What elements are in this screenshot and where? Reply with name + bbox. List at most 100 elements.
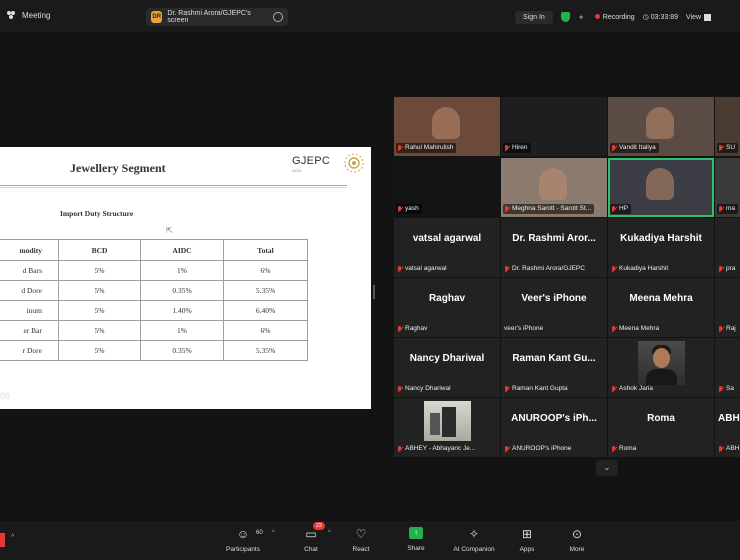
divider (0, 187, 347, 188)
cell: 0.35% (140, 280, 224, 301)
participant-name-text: Raj (726, 325, 736, 332)
participant-video-feed (539, 168, 567, 200)
participant-name-text: Sa (726, 385, 734, 392)
audio-control[interactable]: ^ (0, 529, 22, 555)
apps-button[interactable]: ⊞ Apps (505, 527, 549, 557)
cell: 5.35% (223, 340, 308, 361)
view-button[interactable]: View (686, 13, 712, 21)
participant-video-tile[interactable]: Rahul Mahirulish (394, 97, 500, 156)
apps-icon: ⊞ (521, 527, 533, 541)
table-row: er Bar 5% 1% 6% (0, 320, 308, 341)
header-commodity: modity (0, 239, 59, 261)
participant-display-name: Meena Mehra (629, 293, 693, 304)
participant-video-tile[interactable]: Vandit Italiya (608, 97, 714, 156)
more-button[interactable]: ⊙ More (555, 527, 599, 557)
resize-handle[interactable] (373, 285, 375, 299)
participant-video-tile[interactable]: Hiren (501, 97, 607, 156)
participant-tile[interactable]: Ashok Jaria (608, 338, 714, 397)
participant-name-caption: Raman Kant Gupta (503, 384, 571, 394)
participant-name-text: Raman Kant Gupta (512, 385, 568, 392)
captions-icon[interactable]: ✦ (578, 13, 587, 22)
participant-name-caption: ANUROOP's iPhone (503, 444, 574, 454)
participant-tile[interactable]: Raghav Raghav (394, 278, 500, 337)
participant-tile[interactable]: ABHEY - Abhayanc Je... (394, 398, 500, 457)
participants-button[interactable]: ☺ 60 Participants (221, 527, 265, 557)
participant-tile[interactable]: Roma Roma (608, 398, 714, 457)
mic-muted-icon (504, 385, 510, 393)
participant-avatar (638, 341, 685, 385)
import-duty-table: modity BCD AIDC Total d Bars 5% 1% 6% d … (0, 239, 308, 361)
participant-name-text: veer's iPhone (504, 325, 544, 332)
ai-companion-label: AI Companion (453, 546, 495, 553)
participant-video-tile[interactable]: HP (608, 158, 714, 217)
cell: 1.40% (140, 300, 224, 321)
meeting-timer: ◷ 03:33:89 (642, 14, 679, 21)
mouse-cursor-icon: ⇱ (166, 226, 173, 235)
gallery-scroll-down-button[interactable]: ⌄ (596, 460, 618, 476)
screen-share-indicator[interactable]: DR Dr. Rashmi Arora/GJEPC's screen (146, 8, 288, 26)
share-screen-button[interactable]: ↑ Share (394, 527, 438, 557)
participant-name-text: Rahul Mahirulish (405, 144, 454, 151)
participant-tile[interactable]: ANUROOP's iPh... ANUROOP's iPhone (501, 398, 607, 457)
participants-count: 60 (256, 530, 263, 536)
participant-display-name: Roma (647, 413, 675, 424)
more-label: More (569, 546, 585, 553)
participant-tile[interactable]: pra (715, 218, 740, 277)
participant-tile[interactable]: Dr. Rashmi Aror... Dr. Rashmi Arora/GJEPC (501, 218, 607, 277)
cell: 5% (58, 320, 141, 341)
security-shield-icon[interactable] (560, 12, 570, 22)
participant-name-text: yash (405, 205, 419, 212)
participant-display-name: ANUROOP's iPh... (511, 413, 597, 424)
sign-in-button[interactable]: Sign In (515, 10, 553, 24)
recording-indicator[interactable]: Recording (594, 13, 635, 21)
participant-tile[interactable]: Sa (715, 338, 740, 397)
mic-muted-icon (718, 144, 724, 152)
participant-name-caption: veer's iPhone (503, 324, 546, 334)
audio-options-caret-icon[interactable]: ^ (11, 534, 14, 541)
cell: 5% (58, 300, 141, 321)
react-button[interactable]: ♡ React (339, 527, 383, 557)
participant-video-tile[interactable]: SU (715, 97, 740, 156)
participant-tile[interactable]: Nancy Dhariwal Nancy Dhariwal (394, 338, 500, 397)
participant-tile[interactable]: ABH ABH (715, 398, 740, 457)
participant-tile[interactable]: Raman Kant Gu... Raman Kant Gupta (501, 338, 607, 397)
app-title: Meeting (6, 10, 50, 20)
mic-muted-icon (397, 325, 403, 333)
mic-muted-icon (718, 445, 724, 453)
participants-caret-icon[interactable]: ^ (272, 530, 275, 536)
recording-dot-icon (594, 13, 600, 19)
participant-video-tile[interactable]: Meghna Sarott - Sarott St... (501, 158, 607, 217)
chat-icon: ▭ 22 (303, 522, 325, 541)
participant-name-text: Kukadiya Harshit (619, 265, 669, 272)
participant-tile[interactable]: vatsal agarwal vatsal agarwal (394, 218, 500, 277)
table-title: Import Duty Structure (60, 209, 134, 218)
screen-share-options-icon[interactable] (273, 12, 283, 22)
slide-title: Jewellery Segment (70, 161, 166, 175)
participant-name-caption: Meghna Sarott - Sarott St... (503, 204, 595, 214)
participant-name-text: vatsal agarwal (405, 265, 447, 272)
participant-tile[interactable]: Veer's iPhone veer's iPhone (501, 278, 607, 337)
participant-name-text: Roma (619, 445, 637, 452)
participant-tile[interactable]: Kukadiya Harshit Kukadiya Harshit (608, 218, 714, 277)
participant-video-tile[interactable]: ma (715, 158, 740, 217)
mic-muted-icon (397, 265, 403, 273)
ai-companion-button[interactable]: ✧ AI Companion (452, 527, 496, 557)
mic-muted-icon (611, 445, 617, 453)
participant-tile[interactable]: Meena Mehra Meena Mehra (608, 278, 714, 337)
mic-muted-icon (718, 325, 724, 333)
participant-tile[interactable]: Raj (715, 278, 740, 337)
participant-name-caption: Rahul Mahirulish (396, 143, 457, 153)
participant-name-caption: ma (717, 204, 739, 214)
chat-caret-icon[interactable]: ^ (328, 530, 331, 536)
participant-name-caption: Raj (717, 324, 739, 334)
header-aidc: AIDC (140, 239, 224, 261)
chat-button[interactable]: ▭ 22 Chat (289, 522, 333, 557)
mic-muted-icon (397, 205, 403, 213)
participant-name-caption: Meena Mehra (610, 324, 662, 334)
gjepc-logo-subtitle: INDIA (292, 169, 302, 173)
share-label: Share (407, 545, 425, 552)
mic-muted-icon (504, 144, 510, 152)
participants-label: Participants (226, 546, 260, 553)
participant-video-tile[interactable]: yash (394, 158, 500, 217)
participant-name-text: Vandit Italiya (619, 144, 656, 151)
